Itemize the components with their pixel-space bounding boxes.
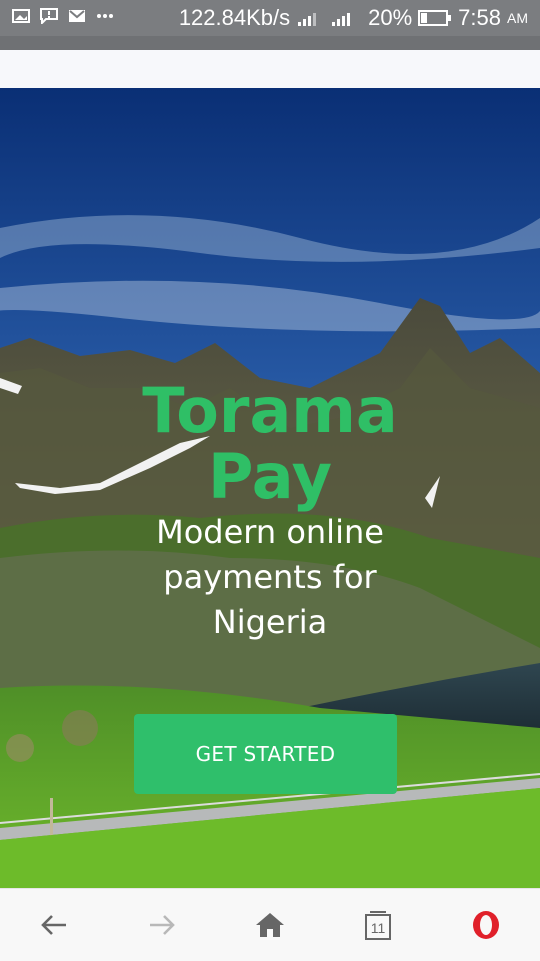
status-notifications <box>12 8 114 24</box>
forward-arrow-icon <box>150 915 175 935</box>
clock-am-pm: AM <box>507 10 528 26</box>
tab-count: 11 <box>371 920 386 936</box>
tabs-icon: 11 <box>365 911 391 940</box>
clock: 7:58 <box>458 5 501 30</box>
tagline-line-1: Modern online <box>156 513 384 551</box>
status-bar: 122.84Kb/s 20% 7:58 AM <box>0 0 540 36</box>
home-button[interactable] <box>242 897 298 953</box>
get-started-button[interactable]: GET STARTED <box>134 714 397 794</box>
battery-percent: 20% <box>368 5 413 30</box>
signal-icon <box>298 13 351 26</box>
gallery-icon <box>12 9 30 23</box>
brand-line-2: Pay <box>207 440 333 513</box>
more-icon <box>97 14 113 18</box>
page-top-bar <box>0 50 540 88</box>
tagline-line-2: payments for <box>163 558 377 596</box>
brand-name: Torama Pay <box>0 378 540 510</box>
back-button[interactable] <box>26 897 82 953</box>
mail-icon <box>69 10 85 22</box>
status-right: 122.84Kb/s 20% 7:58 AM <box>179 5 528 31</box>
tagline-line-3: Nigeria <box>212 603 328 641</box>
opera-menu-button[interactable] <box>458 897 514 953</box>
browser-toolbar-shadow <box>0 36 540 50</box>
back-arrow-icon <box>41 915 66 935</box>
tagline: Modern online payments for Nigeria <box>0 510 540 645</box>
opera-icon <box>473 911 499 939</box>
message-icon <box>40 8 58 24</box>
home-icon <box>256 913 284 937</box>
browser-bottom-nav: 11 <box>0 888 540 961</box>
brand-line-1: Torama <box>142 374 398 447</box>
forward-button[interactable] <box>134 897 190 953</box>
network-speed: 122.84Kb/s <box>178 5 291 30</box>
battery-icon <box>418 10 452 26</box>
tabs-button[interactable]: 11 <box>350 897 406 953</box>
